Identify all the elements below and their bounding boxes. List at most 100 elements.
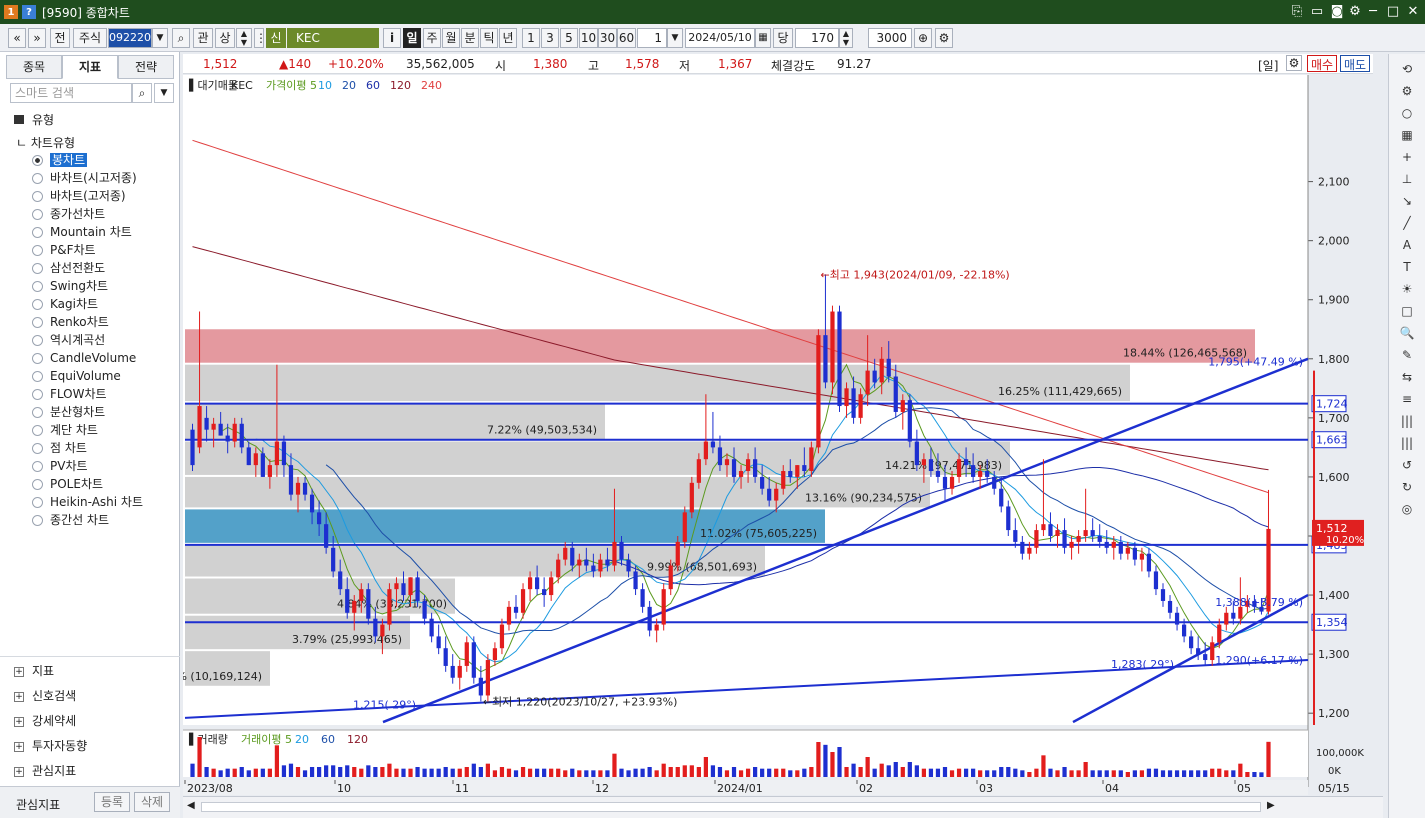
interval-3-button[interactable]: 3 [541, 28, 559, 48]
candle-body[interactable] [1153, 571, 1159, 590]
chart-type-item[interactable]: FLOW차트 [32, 386, 107, 403]
candle-body[interactable] [1020, 541, 1025, 554]
smart-search-icon[interactable]: ⌕ [132, 83, 152, 103]
candle-body[interactable] [872, 370, 877, 383]
candle-body[interactable] [1076, 535, 1081, 542]
chart-tool-icon[interactable]: ↘ [1398, 192, 1416, 210]
candle-body[interactable] [731, 459, 737, 477]
chart-tool-icon[interactable]: ✎ [1398, 346, 1416, 364]
candle-body[interactable] [267, 465, 272, 477]
interval-1-button[interactable]: 1 [522, 28, 540, 48]
candle-body[interactable] [591, 565, 596, 572]
chart-tool-icon[interactable]: ▦ [1398, 126, 1416, 144]
candle-body[interactable] [1167, 600, 1173, 613]
candle-body[interactable] [246, 447, 251, 466]
candle-body[interactable] [703, 441, 708, 460]
radio-icon[interactable] [32, 191, 43, 202]
chart-tool-icon[interactable]: □ [1398, 302, 1416, 320]
candle-body[interactable] [710, 441, 716, 448]
candle-body[interactable] [1104, 541, 1109, 548]
chart-tool-icon[interactable]: ≡ [1398, 390, 1416, 408]
candle-body[interactable] [485, 660, 490, 696]
candle-body[interactable] [471, 642, 476, 678]
candle-body[interactable] [774, 488, 779, 501]
chart-tool-icon[interactable]: 🔍 [1398, 324, 1416, 342]
candle-body[interactable] [921, 459, 927, 466]
period-value-select[interactable]: 1 [637, 28, 667, 48]
indicator-group[interactable]: + 관심지표 [14, 762, 76, 779]
candle-body[interactable] [844, 388, 849, 407]
candle-body[interactable] [696, 459, 701, 483]
candle-body[interactable] [886, 358, 891, 377]
candle-body[interactable] [809, 447, 814, 472]
candle-body[interactable] [324, 524, 329, 548]
candle-body[interactable] [605, 559, 610, 566]
radio-icon[interactable] [32, 263, 43, 274]
candle-body[interactable] [218, 423, 223, 436]
candle-body[interactable] [879, 358, 884, 383]
interval-30-button[interactable]: 30 [598, 28, 617, 48]
candle-body[interactable] [949, 476, 955, 489]
candle-body[interactable] [401, 583, 406, 596]
candle-body[interactable] [1013, 530, 1018, 542]
period-minute-button[interactable]: 분 [461, 28, 479, 48]
candle-body[interactable] [978, 471, 983, 477]
candle-body[interactable] [633, 571, 638, 590]
candle-body[interactable] [527, 577, 533, 590]
candle-body[interactable] [373, 618, 378, 637]
candle-body[interactable] [499, 624, 505, 649]
candle-body[interactable] [999, 488, 1004, 507]
chart-type-item[interactable]: 바차트(시고저종) [32, 170, 137, 187]
tab-stock[interactable]: 종목 [6, 55, 62, 79]
candle-body[interactable] [366, 589, 371, 619]
candle-body[interactable] [1048, 524, 1053, 536]
candle-body[interactable] [612, 541, 617, 566]
candle-body[interactable] [689, 482, 694, 513]
candle-body[interactable] [239, 423, 244, 448]
chart-type-item[interactable]: Kagi차트 [32, 296, 98, 313]
chart-tool-icon[interactable]: ☀ [1398, 280, 1416, 298]
chart-type-item[interactable]: Heikin-Ashi 차트 [32, 494, 143, 511]
candle-body[interactable] [914, 441, 919, 466]
code-input[interactable]: 092220 [108, 28, 152, 48]
chart-tool-icon[interactable]: ⊥ [1398, 170, 1416, 188]
candle-body[interactable] [992, 476, 997, 489]
candle-body[interactable] [626, 559, 631, 572]
candle-body[interactable] [316, 512, 322, 525]
candle-body[interactable] [1041, 524, 1046, 531]
candle-body[interactable] [464, 642, 469, 666]
radio-icon[interactable] [32, 479, 43, 490]
candle-body[interactable] [956, 459, 962, 477]
candle-body[interactable] [1083, 530, 1088, 536]
candle-body[interactable] [415, 577, 420, 601]
candle-body[interactable] [211, 423, 216, 430]
chart-tool-icon[interactable]: ○ [1398, 104, 1416, 122]
history-button[interactable]: » [28, 28, 46, 48]
chart-tool-icon[interactable]: ╱ [1398, 214, 1416, 232]
search-dropdown-icon[interactable]: ▼ [154, 83, 174, 103]
window-gear-icon[interactable]: ⚙ [1346, 3, 1364, 21]
candle-body[interactable] [302, 482, 308, 495]
menu-dots-icon[interactable]: ⋮ [254, 28, 267, 48]
radio-icon[interactable] [32, 407, 43, 418]
radio-icon[interactable] [32, 335, 43, 346]
chart-tool-icon[interactable]: ||| [1398, 434, 1416, 452]
interval-10-button[interactable]: 10 [579, 28, 598, 48]
chart-tool-icon[interactable]: ◎ [1398, 500, 1416, 518]
radio-icon[interactable] [32, 389, 43, 400]
candle-body[interactable] [584, 559, 589, 566]
candle-body[interactable] [1027, 547, 1032, 554]
candle-body[interactable] [724, 459, 730, 466]
candle-body[interactable] [802, 465, 807, 472]
price-chart[interactable]: ▌대기매물 KEC 가격이평 5 10 20 60 120 240 18.44% (126,46… [152, 75, 1383, 795]
candle-body[interactable] [781, 471, 786, 489]
chart-type-item[interactable]: 분산형차트 [32, 404, 105, 421]
expand-icon[interactable]: + [14, 691, 24, 702]
candle-body[interactable] [760, 476, 765, 489]
candle-body[interactable] [598, 559, 603, 572]
radio-icon[interactable] [32, 155, 43, 166]
candle-body[interactable] [858, 394, 863, 418]
info-button[interactable]: i [383, 28, 401, 48]
candle-body[interactable] [865, 370, 870, 395]
candle-body[interactable] [520, 589, 526, 613]
